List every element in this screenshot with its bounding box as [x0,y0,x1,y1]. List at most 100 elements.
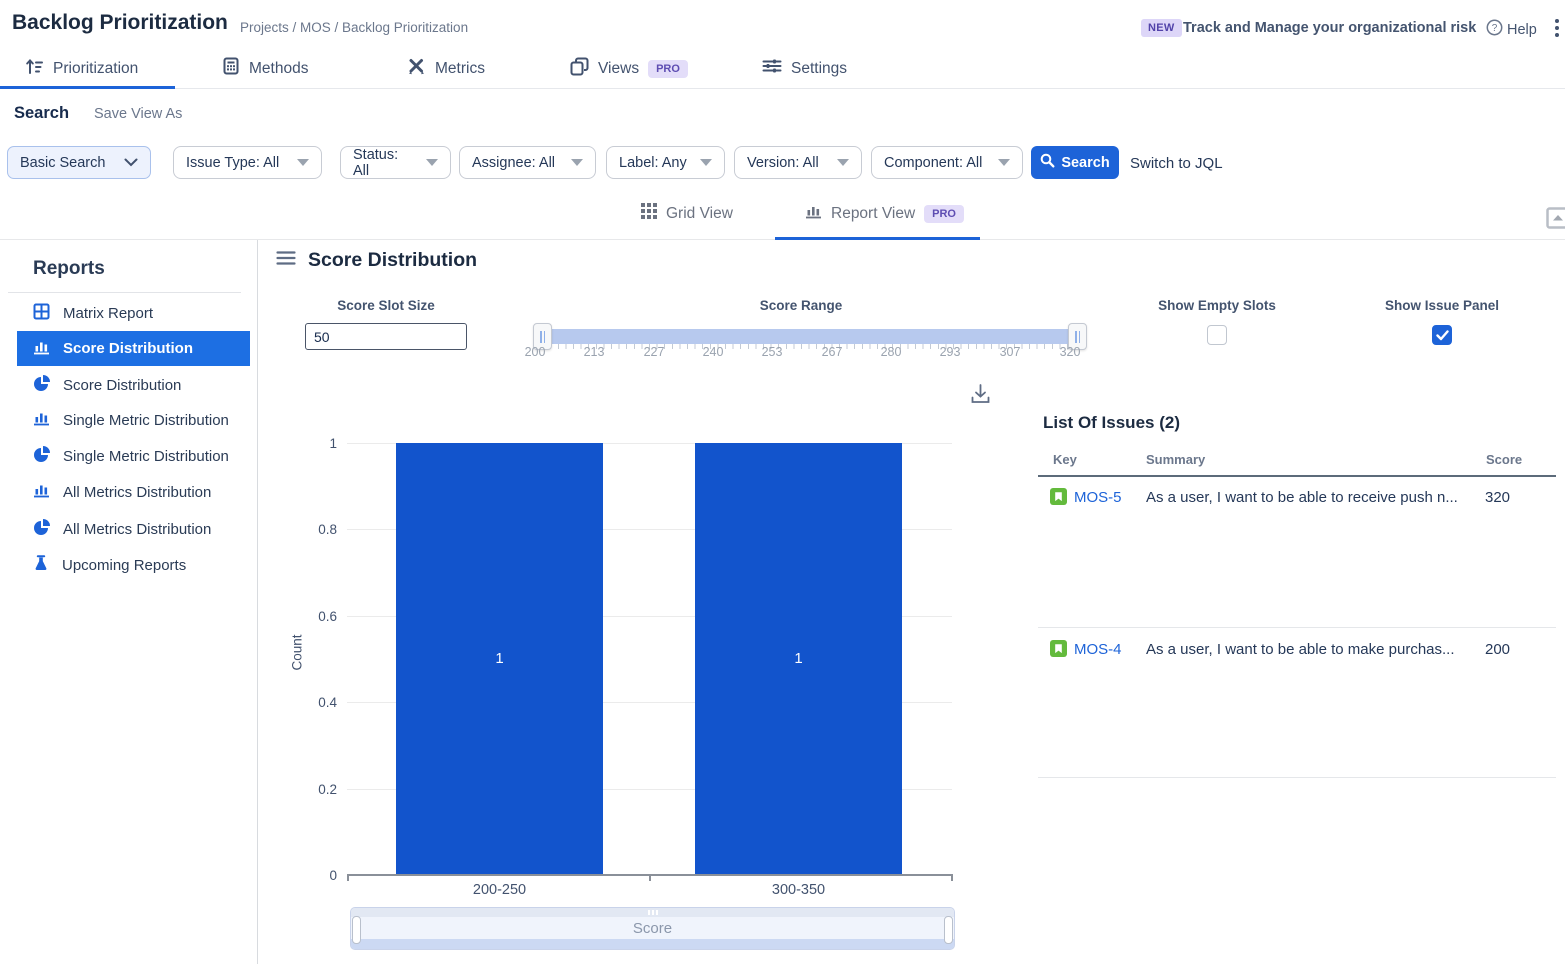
sidebar-item-label: All Metrics Distribution [63,484,211,501]
sidebar-item-score-distribution-pie[interactable]: Score Distribution [17,367,250,403]
table-header-divider [1038,475,1556,477]
filter-label: Assignee: All [472,155,555,171]
sidebar-item-all-metrics-bar[interactable]: All Metrics Distribution [17,474,250,510]
sidebar-item-single-metric-bar[interactable]: Single Metric Distribution [17,402,250,438]
tab-label: Views [598,60,639,78]
sliders-icon [762,57,782,80]
scrollbar-handle-right[interactable] [944,916,953,944]
tab-views[interactable]: Views PRO [570,57,688,81]
search-button-label: Search [1061,155,1109,171]
filter-label: Component: All [884,155,982,171]
sidebar-item-label: Single Metric Distribution [63,412,229,429]
sidebar-item-matrix-report[interactable]: Matrix Report [17,295,250,331]
filter-label: Label: Any [619,155,687,171]
report-title: Score Distribution [308,249,477,272]
save-view-as-link[interactable]: Save View As [94,106,182,122]
sort-icon [25,57,44,81]
sidebar-item-label: Matrix Report [63,305,153,322]
question-icon: ? [1486,19,1503,40]
filter-assignee[interactable]: Assignee: All [459,146,596,179]
help-button[interactable]: ? Help [1486,19,1537,40]
tab-grid-view[interactable]: Grid View [641,203,733,224]
filter-label: Version: All [747,155,819,171]
tab-label: Metrics [435,60,485,78]
x-axis-title: Score [351,920,954,937]
y-axis-tick: 0.2 [295,782,337,797]
range-tick: 320 [1048,345,1092,359]
matrix-icon [33,303,50,324]
flask-icon [33,555,49,576]
tab-label: Methods [249,60,308,78]
score-range-slider-track[interactable] [535,329,1082,344]
x-axis-tick-mark [347,876,349,881]
scrollbar-handle-left[interactable] [352,916,361,944]
tab-label: Settings [791,60,847,78]
search-section-title: Search [14,104,69,123]
x-axis-tick-mark [951,876,953,881]
score-range-label: Score Range [701,298,901,313]
pro-badge: PRO [924,205,964,223]
caret-down-icon [837,159,849,166]
sidebar-item-upcoming-reports[interactable]: Upcoming Reports [17,547,250,583]
issue-summary: As a user, I want to be able to make pur… [1146,641,1455,658]
tab-metrics[interactable]: Metrics [407,57,485,81]
range-tick: 307 [988,345,1032,359]
sidebar-item-score-distribution-bar[interactable]: Score Distribution [17,331,250,366]
sidebar-item-all-metrics-pie[interactable]: All Metrics Distribution [17,511,250,547]
bar-value-label: 1 [396,650,603,667]
bar-value-label: 1 [695,650,902,667]
sidebar-item-label: Score Distribution [63,340,193,357]
tab-label: Prioritization [53,60,138,78]
basic-search-dropdown[interactable]: Basic Search [7,146,151,179]
filter-component[interactable]: Component: All [871,146,1023,179]
kebab-menu-icon[interactable] [1550,17,1565,39]
svg-text:?: ? [1492,23,1498,34]
issue-score: 200 [1485,641,1510,658]
filter-label: Issue Type: All [186,155,279,171]
range-tick: 293 [928,345,972,359]
filter-status[interactable]: Status: All [340,146,451,179]
scrollbar-bottom-band [351,939,954,950]
search-button[interactable]: Search [1031,146,1119,179]
download-chart-icon[interactable] [969,383,992,410]
sidebar-item-single-metric-pie[interactable]: Single Metric Distribution [17,438,250,474]
tab-prioritization[interactable]: Prioritization [25,57,138,81]
hamburger-icon[interactable] [276,250,296,271]
help-label: Help [1507,22,1537,38]
announcement-text[interactable]: Track and Manage your organizational ris… [1183,20,1476,36]
tab-settings[interactable]: Settings [762,57,847,80]
y-axis-tick: 0.4 [295,695,337,710]
y-axis-tick: 1 [295,436,337,451]
filter-label-any[interactable]: Label: Any [606,146,725,179]
switch-to-jql-link[interactable]: Switch to JQL [1130,155,1223,172]
filter-issue-type[interactable]: Issue Type: All [173,146,322,179]
breadcrumb[interactable]: Projects / MOS / Backlog Prioritization [240,20,468,35]
table-row-divider [1038,627,1556,628]
score-slot-size-input[interactable] [305,323,467,350]
new-badge: NEW [1141,19,1182,37]
sidebar-item-label: Score Distribution [63,377,181,394]
sidebar-item-label: All Metrics Distribution [63,521,211,538]
tab-report-view[interactable]: Report View PRO [805,203,964,224]
show-empty-slots-checkbox[interactable] [1207,325,1227,345]
scrollbar-grip-icon[interactable] [648,910,658,915]
x-axis-tick-mark [649,876,651,881]
active-tab-underline [0,86,175,89]
show-issue-panel-checkbox[interactable] [1432,325,1452,345]
caret-down-icon [571,159,583,166]
collapse-panel-icon[interactable] [1546,207,1565,234]
show-empty-slots-label: Show Empty Slots [1117,298,1317,313]
issue-key-link[interactable]: MOS-4 [1074,641,1122,658]
show-issue-panel-label: Show Issue Panel [1342,298,1542,313]
filter-version[interactable]: Version: All [734,146,862,179]
bar-chart-icon [33,482,50,502]
tab-methods[interactable]: Methods [222,57,308,80]
y-axis-title: Count [290,627,305,679]
range-tick: 227 [632,345,676,359]
sidebar-title: Reports [33,258,105,280]
app-window: Backlog Prioritization Projects / MOS / … [0,0,1565,964]
score-slot-size-label: Score Slot Size [286,298,486,313]
chart-x-scrollbar[interactable]: Score [350,907,955,950]
tab-label: Report View [831,205,915,223]
issue-key-link[interactable]: MOS-5 [1074,489,1122,506]
